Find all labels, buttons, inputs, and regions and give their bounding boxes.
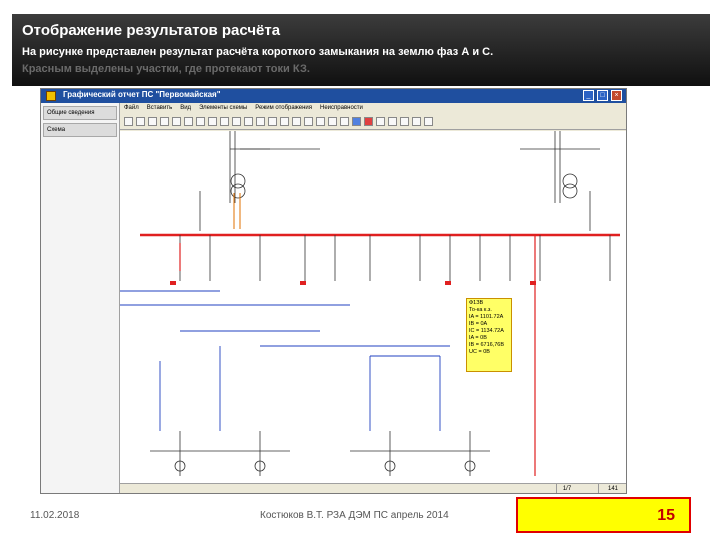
fault-line: IA = 0В [469, 335, 487, 341]
fault-result-box: Ф1ЗВ То-ка к.з. IA = 1101.72A IB = 0A IC… [466, 298, 512, 372]
fault-line: IC = 1134.72A [469, 328, 504, 334]
minimize-icon[interactable]: _ [583, 90, 594, 101]
scheme-canvas[interactable] [120, 131, 626, 483]
menu-faults[interactable]: Неисправности [320, 103, 363, 114]
status-page: 1/7 [556, 484, 577, 493]
menu-scheme-elements[interactable]: Элементы схемы [199, 103, 247, 114]
zoom-out-icon[interactable] [328, 117, 337, 126]
calculate-icon[interactable] [352, 117, 361, 126]
footer-date: 11.02.2018 [30, 510, 80, 521]
subtitle-line-1: На рисунке представлен результат расчёта… [22, 46, 494, 58]
phase-b-icon[interactable] [388, 117, 397, 126]
status-value: 141 [598, 484, 626, 493]
page-number: 15 [657, 507, 675, 524]
menu-bar: Файл Вставить Вид Элементы схемы Режим о… [120, 103, 626, 114]
subtitle-line-2: Красным выделены участки, где протекают … [22, 63, 310, 75]
bus-tool-icon[interactable] [304, 117, 313, 126]
phase-a-icon[interactable] [376, 117, 385, 126]
fault-line: UC = 0В [469, 349, 490, 355]
menu-display-mode[interactable]: Режим отображения [255, 103, 312, 114]
open-icon[interactable] [136, 117, 145, 126]
settings-icon[interactable] [424, 117, 433, 126]
app-icon [46, 91, 56, 101]
app-title: Графический отчет ПС "Первомайская" [63, 90, 221, 99]
sidebar-item-general[interactable]: Общие сведения [43, 106, 117, 120]
sidebar-item-scheme[interactable]: Схема [43, 123, 117, 137]
footer-author: Костюков В.Т. РЗА ДЭМ ПС апрель 2014 [260, 510, 449, 521]
app-window: Графический отчет ПС "Первомайская" _ □ … [40, 88, 627, 494]
menu-view[interactable]: Вид [180, 103, 191, 114]
menu-file[interactable]: Файл [124, 103, 139, 114]
fault-line: IB = 6716,76В [469, 342, 505, 348]
new-icon[interactable] [124, 117, 133, 126]
print-icon[interactable] [160, 117, 169, 126]
fit-icon[interactable] [340, 117, 349, 126]
fault-icon[interactable] [364, 117, 373, 126]
undo-icon[interactable] [208, 117, 217, 126]
fault-line: Ф1ЗВ [469, 300, 484, 306]
select-icon[interactable] [232, 117, 241, 126]
ground-tool-icon[interactable] [292, 117, 301, 126]
slide-title: Отображение результатов расчёта [22, 22, 281, 39]
page-number-box: 15 [516, 497, 691, 533]
copy-icon[interactable] [184, 117, 193, 126]
switch-tool-icon[interactable] [268, 117, 277, 126]
app-title-bar: Графический отчет ПС "Первомайская" _ □ … [41, 89, 626, 103]
toolbar [120, 114, 626, 130]
fault-line: IA = 1101.72A [469, 314, 504, 320]
fault-line: То-ка к.з. [469, 307, 492, 313]
phase-c-icon[interactable] [400, 117, 409, 126]
fault-line: IB = 0A [469, 321, 488, 327]
zoom-in-icon[interactable] [316, 117, 325, 126]
redo-icon[interactable] [220, 117, 229, 126]
menu-insert[interactable]: Вставить [147, 103, 172, 114]
report-icon[interactable] [412, 117, 421, 126]
maximize-icon[interactable]: □ [597, 90, 608, 101]
line-tool-icon[interactable] [244, 117, 253, 126]
single-line-diagram [120, 131, 620, 476]
close-icon[interactable]: × [611, 90, 622, 101]
breaker-tool-icon[interactable] [256, 117, 265, 126]
save-icon[interactable] [148, 117, 157, 126]
cut-icon[interactable] [172, 117, 181, 126]
slide-subtitle: На рисунке представлен результат расчёта… [22, 44, 702, 78]
window-buttons: _ □ × [583, 90, 622, 101]
transformer-tool-icon[interactable] [280, 117, 289, 126]
status-bar: 1/7 141 [120, 483, 626, 493]
sidebar: Общие сведения Схема [41, 103, 120, 493]
paste-icon[interactable] [196, 117, 205, 126]
